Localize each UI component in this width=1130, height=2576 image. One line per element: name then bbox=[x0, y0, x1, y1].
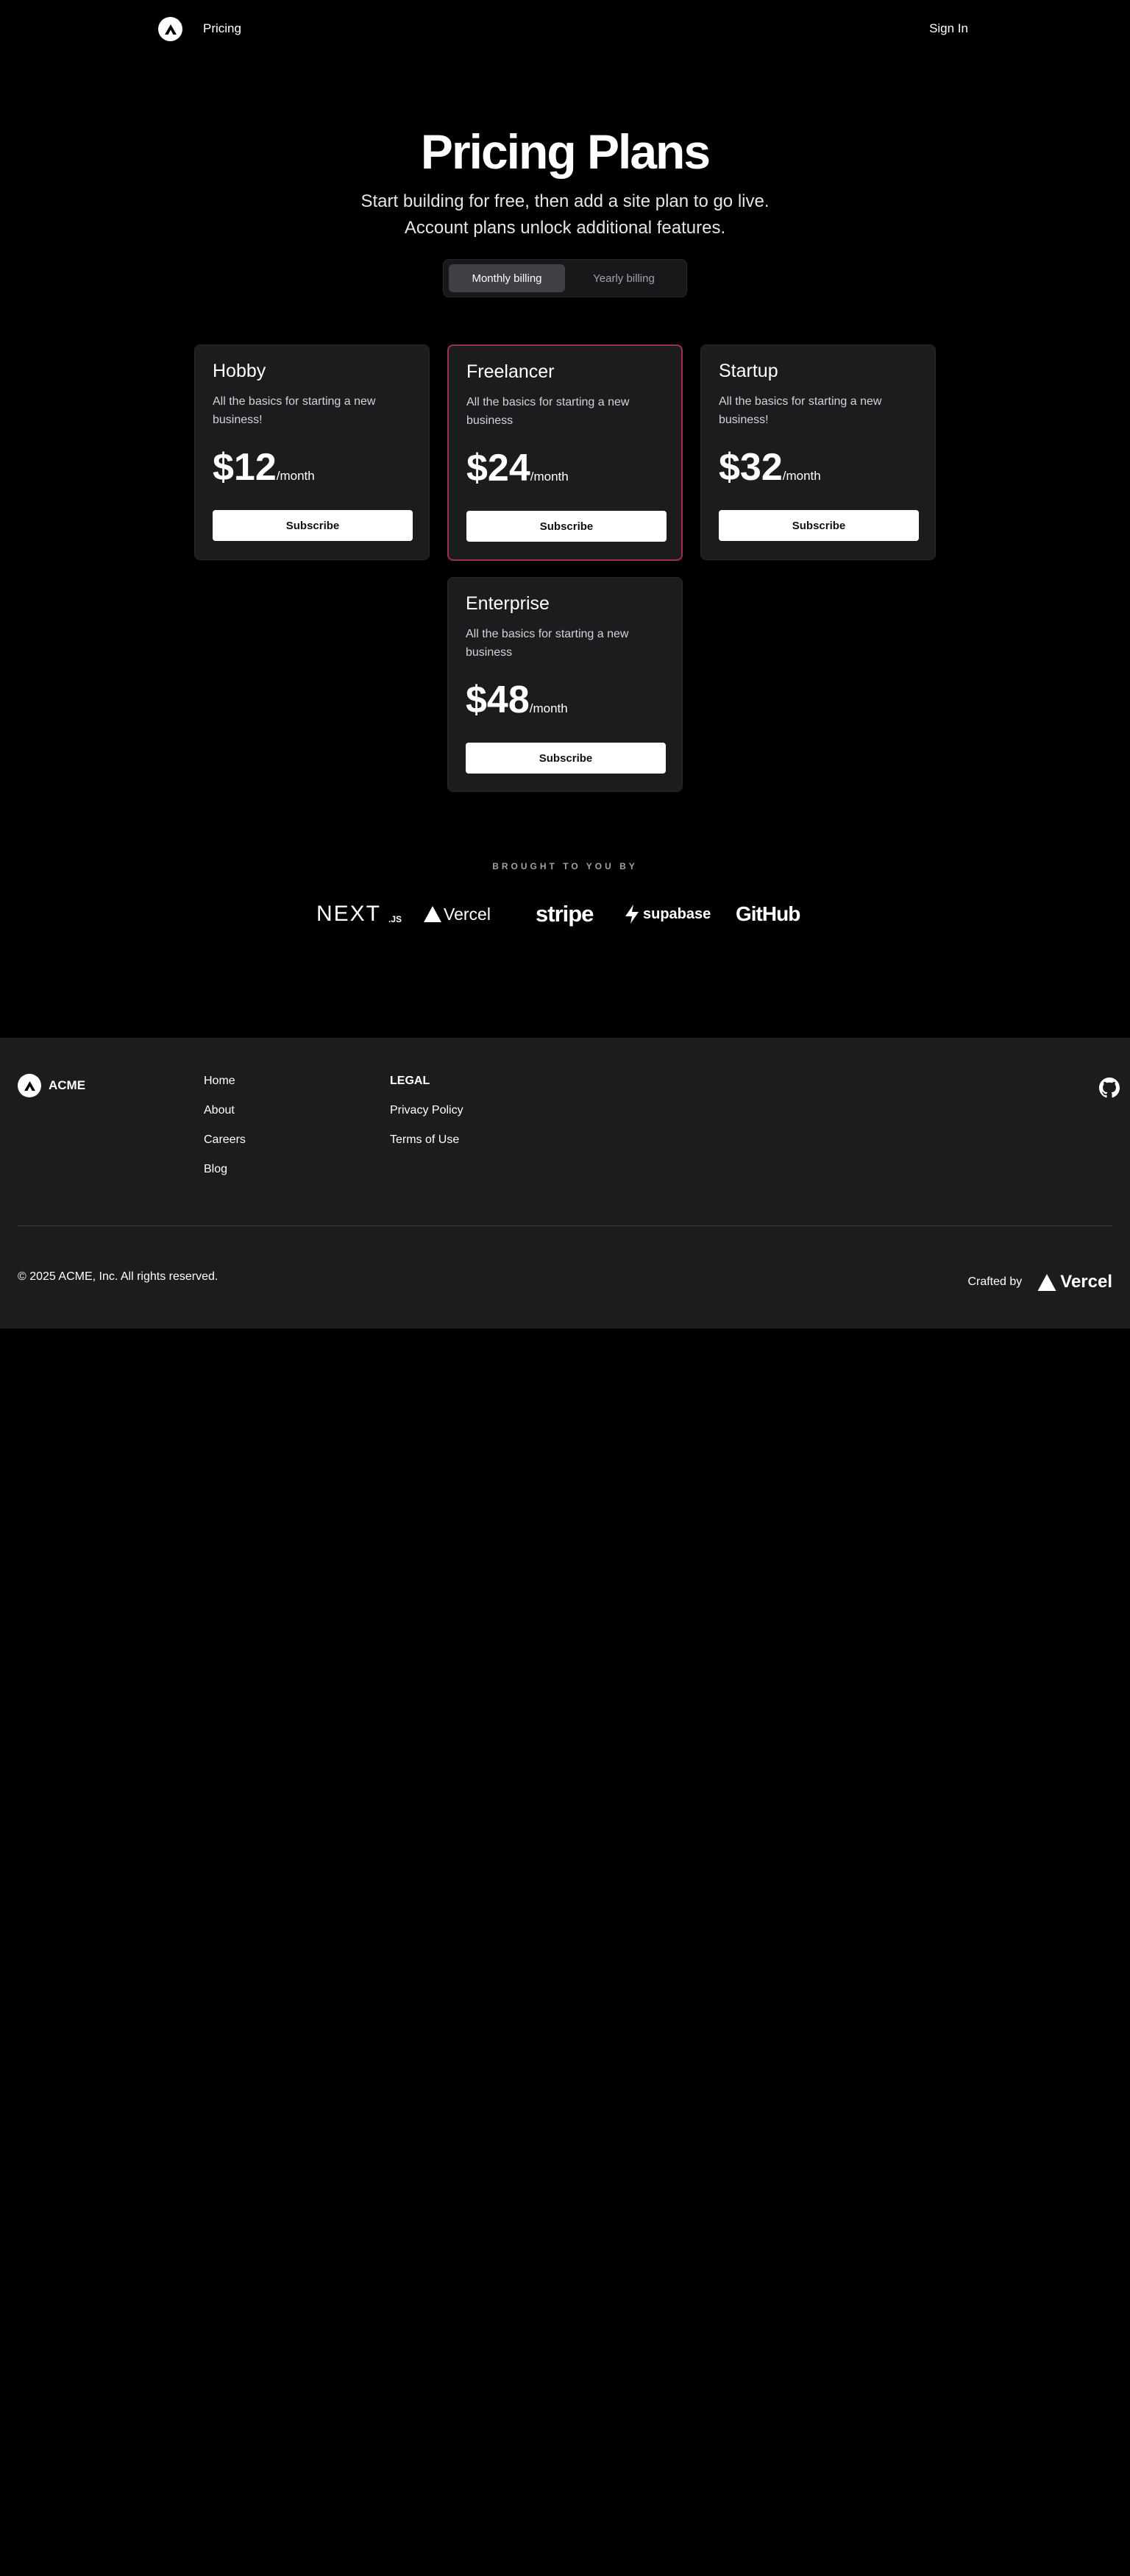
page-subtitle: Start building for free, then add a site… bbox=[360, 191, 770, 238]
subscribe-button-hobby[interactable]: Subscribe bbox=[213, 510, 413, 541]
plan-description: All the basics for starting a new busine… bbox=[213, 395, 376, 426]
sponsors-heading: BROUGHT TO YOU BY bbox=[492, 861, 638, 871]
footer-brand-name: ACME bbox=[49, 1078, 86, 1092]
footer-link-about[interactable]: About bbox=[204, 1104, 246, 1133]
plan-price: $48 /month bbox=[466, 679, 568, 721]
crafted-by: Crafted by Vercel bbox=[967, 1272, 1112, 1292]
plan-card-hobby: Hobby All the basics for starting a new … bbox=[194, 344, 430, 560]
vercel-logo[interactable]: Vercel bbox=[423, 899, 502, 929]
footer-legal: LEGAL Privacy Policy Terms of Use bbox=[390, 1075, 463, 1163]
price-period: /month bbox=[276, 469, 315, 483]
plan-price: $32 /month bbox=[719, 447, 821, 488]
top-nav: Pricing Sign In bbox=[0, 0, 1130, 59]
footer-link-terms[interactable]: Terms of Use bbox=[390, 1133, 463, 1163]
svg-text:.JS: .JS bbox=[388, 914, 402, 924]
price-period: /month bbox=[782, 469, 821, 483]
supabase-logo-text: supabase bbox=[643, 905, 711, 922]
yearly-billing-button[interactable]: Yearly billing bbox=[566, 264, 682, 292]
plan-price: $12 /month bbox=[213, 447, 315, 488]
plan-name: Freelancer bbox=[466, 361, 555, 382]
footer-link-home[interactable]: Home bbox=[204, 1075, 246, 1104]
plan-description: All the basics for starting a new busine… bbox=[719, 395, 882, 426]
supabase-logo[interactable]: supabase bbox=[624, 899, 712, 929]
plan-card-startup: Startup All the basics for starting a ne… bbox=[700, 344, 936, 560]
plan-card-freelancer: Freelancer All the basics for starting a… bbox=[447, 344, 683, 561]
price-period: /month bbox=[529, 701, 568, 715]
plan-name: Startup bbox=[719, 361, 778, 381]
crafted-by-label: Crafted by bbox=[967, 1275, 1023, 1288]
price-amount: $24 bbox=[466, 447, 530, 489]
page-title: Pricing Plans bbox=[420, 124, 711, 179]
acme-logo-icon[interactable] bbox=[158, 17, 182, 41]
plan-description: All the basics for starting a new busine… bbox=[466, 396, 630, 427]
subscribe-button-freelancer[interactable]: Subscribe bbox=[466, 511, 667, 542]
nextjs-logo[interactable]: NEXT .JS bbox=[316, 899, 403, 929]
acme-logo-icon bbox=[18, 1074, 41, 1097]
footer-link-blog[interactable]: Blog bbox=[204, 1163, 246, 1192]
plan-card-enterprise: Enterprise All the basics for starting a… bbox=[447, 577, 683, 792]
footer-link-privacy[interactable]: Privacy Policy bbox=[390, 1104, 463, 1133]
footer-brand[interactable]: ACME bbox=[18, 1074, 85, 1097]
billing-toggle: Monthly billing Yearly billing bbox=[443, 259, 687, 297]
subscribe-button-enterprise[interactable]: Subscribe bbox=[466, 743, 666, 774]
price-period: /month bbox=[530, 470, 569, 484]
price-amount: $12 bbox=[213, 446, 277, 489]
vercel-logo-text: Vercel bbox=[444, 904, 491, 924]
nav-link-pricing[interactable]: Pricing bbox=[203, 21, 241, 36]
footer-divider bbox=[18, 1225, 1112, 1226]
footer-legal-heading: LEGAL bbox=[390, 1075, 430, 1087]
monthly-billing-button[interactable]: Monthly billing bbox=[449, 264, 565, 292]
price-amount: $32 bbox=[719, 446, 783, 489]
copyright: © 2025 ACME, Inc. All rights reserved. bbox=[18, 1270, 218, 1283]
footer-link-careers[interactable]: Careers bbox=[204, 1133, 246, 1163]
github-icon[interactable] bbox=[1099, 1078, 1120, 1098]
stripe-logo[interactable]: stripe bbox=[536, 899, 596, 929]
vercel-triangle-icon bbox=[1037, 1273, 1056, 1291]
footer-links: Home About Careers Blog bbox=[204, 1075, 246, 1192]
plan-price: $24 /month bbox=[466, 447, 569, 489]
plan-description: All the basics for starting a new busine… bbox=[466, 628, 629, 659]
supabase-bolt-icon bbox=[625, 905, 639, 924]
vercel-crafted-logo[interactable]: Vercel bbox=[1037, 1272, 1112, 1292]
vercel-triangle-icon bbox=[424, 906, 441, 922]
subscribe-button-startup[interactable]: Subscribe bbox=[719, 510, 919, 541]
price-amount: $48 bbox=[466, 679, 530, 721]
github-logo[interactable]: GitHub bbox=[736, 899, 809, 929]
plan-name: Hobby bbox=[213, 361, 266, 381]
svg-text:NEXT: NEXT bbox=[316, 903, 381, 925]
plan-name: Enterprise bbox=[466, 593, 550, 614]
footer: ACME Home About Careers Blog LEGAL Priva… bbox=[0, 1038, 1130, 1328]
sign-in-link[interactable]: Sign In bbox=[929, 21, 968, 36]
vercel-crafted-text: Vercel bbox=[1060, 1272, 1112, 1292]
sponsor-logos: NEXT .JS Vercel stripe supabase GitHub bbox=[316, 899, 814, 929]
